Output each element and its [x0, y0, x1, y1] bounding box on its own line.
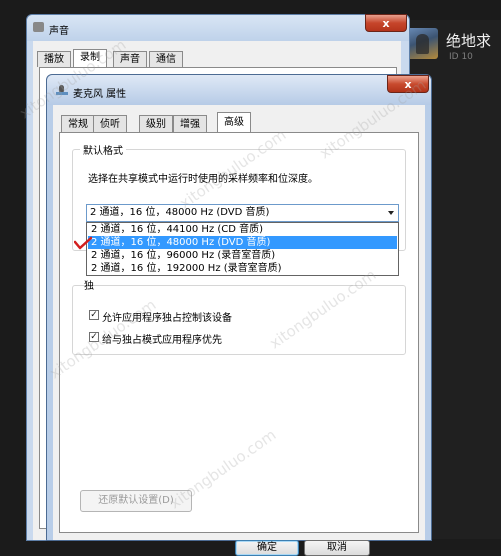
tab-enhancements[interactable]: 增强 [173, 115, 207, 132]
tab-listen[interactable]: 侦听 [93, 115, 127, 132]
exclusive-priority-label[interactable]: 给与独占模式应用程序优先 [102, 331, 222, 346]
mic-titlebar[interactable]: 麦克风 属性 [47, 75, 431, 105]
tab-sounds[interactable]: 声音 [113, 51, 147, 67]
allow-exclusive-label[interactable]: 允许应用程序独占控制该设备 [102, 309, 232, 324]
game-thumbnail-icon[interactable] [407, 28, 438, 59]
sample-rate-dropdown-list: 2 通道，16 位，44100 Hz (CD 音质) 2 通道，16 位，480… [86, 222, 399, 276]
red-checkmark-annotation-icon [74, 236, 92, 250]
tab-advanced[interactable]: 高级 [217, 112, 251, 133]
chevron-down-icon[interactable] [388, 211, 394, 215]
tab-levels[interactable]: 级别 [139, 115, 173, 132]
default-format-description: 选择在共享模式中运行时使用的采样频率和位深度。 [88, 174, 318, 185]
game-id: ID 10 [449, 52, 473, 62]
sample-rate-option[interactable]: 2 通道，16 位，96000 Hz (录音室音质) [88, 249, 397, 262]
sample-rate-selected-value: 2 通道，16 位，48000 Hz (DVD 音质) [90, 207, 270, 218]
sample-rate-option[interactable]: 2 通道，16 位，192000 Hz (录音室音质) [88, 262, 397, 275]
game-title[interactable]: 绝地求 [446, 30, 501, 51]
tab-communications[interactable]: 通信 [149, 51, 183, 67]
restore-defaults-button[interactable]: 还原默认设置(D) [80, 490, 192, 512]
sound-titlebar[interactable]: 声音 [27, 15, 409, 41]
tab-recording[interactable]: 录制 [73, 49, 107, 68]
sample-rate-select[interactable]: 2 通道，16 位，48000 Hz (DVD 音质) [86, 204, 399, 222]
exclusive-mode-label-fragment: 独 [84, 281, 94, 292]
tab-playback[interactable]: 播放 [37, 51, 71, 67]
speaker-icon [33, 22, 44, 32]
sound-window-title: 声音 [49, 26, 69, 37]
default-format-label: 默认格式 [80, 142, 126, 157]
exclusive-priority-checkbox[interactable]: ✓ [89, 332, 99, 342]
advanced-panel: 默认格式 选择在共享模式中运行时使用的采样频率和位深度。 独 ✓ 允许应用程序独… [59, 132, 419, 533]
microphone-icon [56, 85, 68, 96]
tab-general[interactable]: 常规 [61, 115, 95, 132]
sample-rate-option-highlighted[interactable]: 2 通道，16 位，48000 Hz (DVD 音质) [88, 236, 397, 249]
cancel-button[interactable]: 取消 [304, 540, 370, 556]
mic-body: 常规 侦听 级别 增强 高级 默认格式 选择在共享模式中运行时使用的采样频率和位… [53, 105, 425, 556]
allow-exclusive-checkbox[interactable]: ✓ [89, 310, 99, 320]
sample-rate-option[interactable]: 2 通道，16 位，44100 Hz (CD 音质) [88, 223, 397, 236]
microphone-properties-window: 麦克风 属性 x 常规 侦听 级别 增强 高级 默认格式 选择在共享模式中运行时… [46, 74, 432, 556]
ok-button[interactable]: 确定 [235, 540, 299, 556]
mic-close-button[interactable]: x [387, 75, 429, 93]
mic-window-title: 麦克风 属性 [73, 89, 127, 100]
sound-close-button[interactable]: x [365, 14, 407, 32]
